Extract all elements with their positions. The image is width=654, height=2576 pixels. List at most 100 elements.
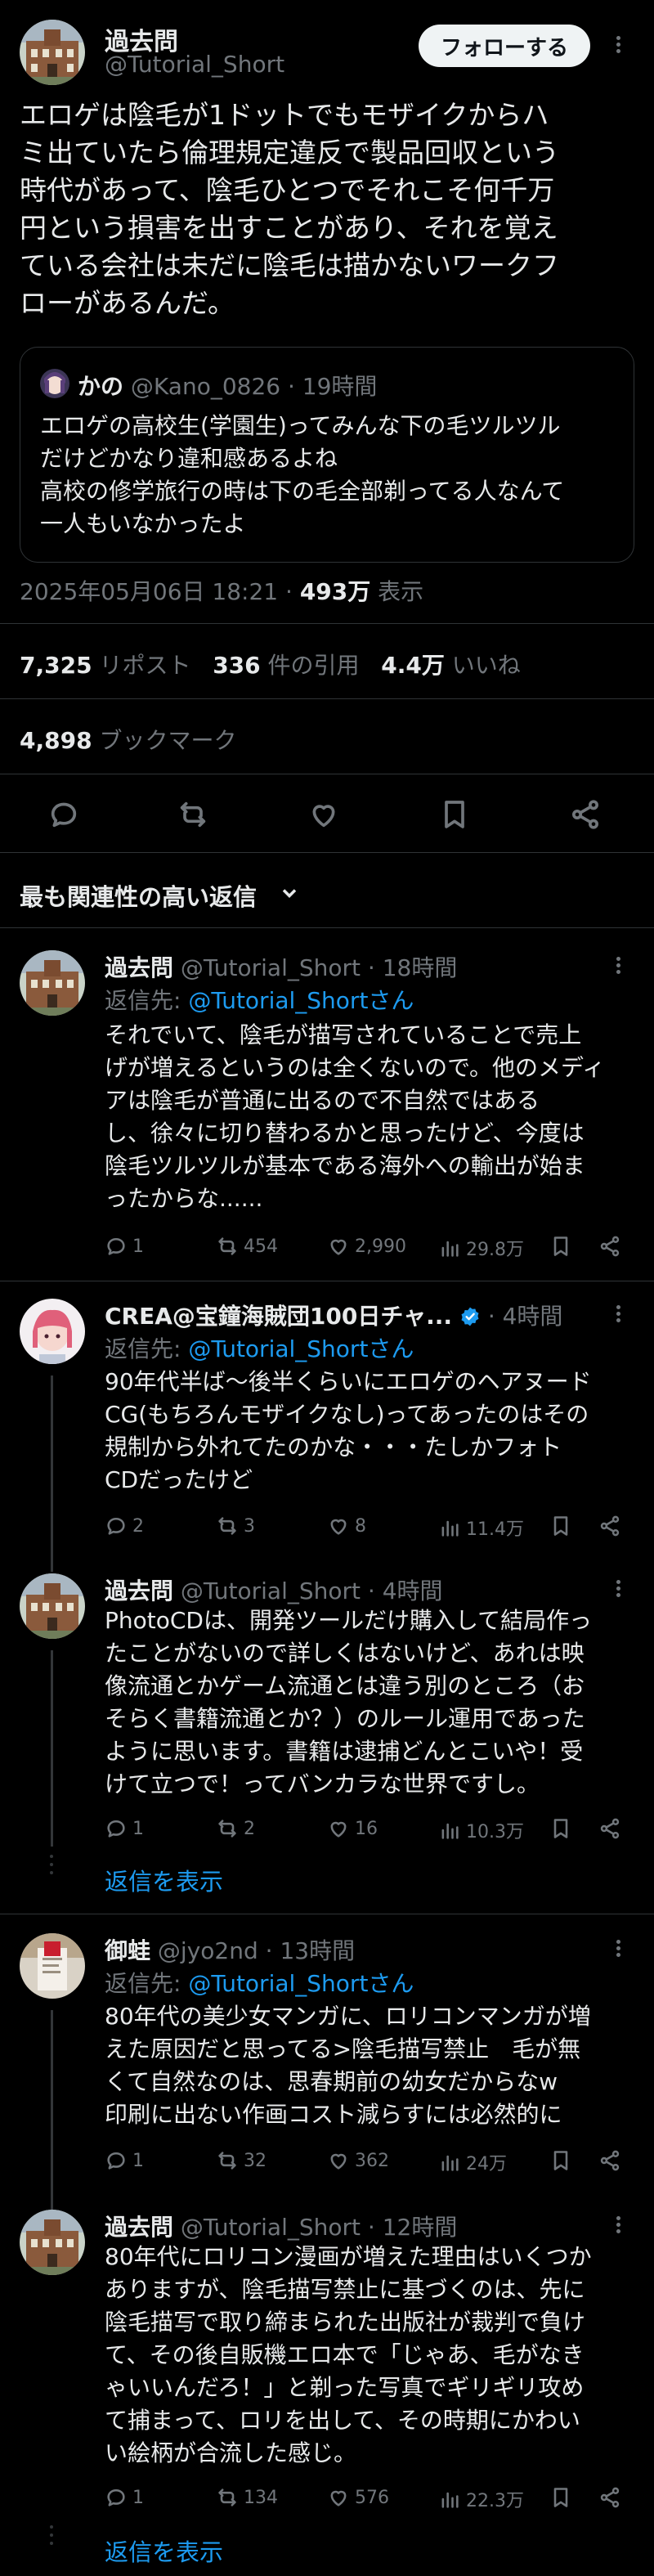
like-count[interactable]: 576 [327, 2486, 389, 2509]
reply-count[interactable]: 2 [105, 1515, 144, 1537]
views-count[interactable]: 22.3万 [438, 2486, 524, 2512]
author-avatar[interactable] [20, 20, 85, 85]
reply-text: 90年代半ば〜後半くらいにエロゲのヘアヌード CG(もちろんモザイクなし)ってあ… [105, 1368, 592, 1493]
reply-author-handle[interactable]: @Tutorial_Short [181, 1577, 361, 1604]
likes-stat[interactable]: 4.4万 いいね [381, 652, 521, 679]
reply-time: · 4時間 [361, 1577, 443, 1604]
repost-count[interactable]: 134 [216, 2486, 278, 2509]
like-count[interactable]: 8 [327, 1515, 366, 1537]
reply-count[interactable]: 1 [105, 1817, 144, 1840]
reply-author-handle[interactable]: @Tutorial_Short [181, 2214, 361, 2241]
views-count[interactable]: 11.4万 [438, 1515, 524, 1541]
show-replies-link[interactable]: 返信を表示 [105, 2533, 223, 2568]
verified-badge-icon [459, 1306, 481, 1327]
reply-author-name[interactable]: 過去問 [105, 1577, 173, 1604]
views-count[interactable]: 24万 [438, 2149, 507, 2175]
reply-avatar[interactable] [20, 1299, 85, 1364]
author-handle[interactable]: @Tutorial_Short [105, 51, 284, 78]
reply-text: 80年代にロリコン漫画が増えた理由はいくつか ありますが、陰毛描写禁止に基づくの… [105, 2243, 592, 2466]
reply-header: 過去問 @Tutorial_Short · 18時間 [105, 950, 457, 983]
views-count[interactable]: 29.8万 [438, 1235, 524, 1261]
repost-count[interactable]: 32 [216, 2149, 267, 2172]
bookmarks-count: 4,898 [20, 727, 92, 754]
repost-count[interactable]: 2 [216, 1817, 255, 1840]
views-icon [441, 2155, 459, 2171]
quoted-author: かの @Kano_0826 · 19時間 [78, 369, 377, 402]
repost-icon [218, 2152, 236, 2170]
like-count[interactable]: 16 [327, 1817, 378, 1840]
repost-count[interactable]: 3 [216, 1515, 255, 1537]
thread-dots [50, 2525, 54, 2545]
follow-button[interactable]: フォローする [419, 25, 590, 67]
more-options-icon[interactable] [613, 36, 623, 53]
bookmark-icon[interactable] [438, 798, 471, 831]
reply-count[interactable]: 1 [105, 2486, 144, 2509]
chevron-down-icon[interactable] [278, 882, 301, 904]
reply-avatar[interactable] [20, 1933, 85, 1999]
reply-sort-selector[interactable]: 最も関連性の高い返信 [20, 878, 257, 913]
reply-icon [107, 2152, 125, 2170]
share-icon[interactable] [598, 1817, 621, 1840]
reply-author-name[interactable]: CREA@宝鐘海賊団100日チャ... [105, 1303, 452, 1330]
share-icon[interactable] [598, 2486, 621, 2509]
more-options-icon[interactable] [613, 1940, 623, 1957]
bookmark-icon[interactable] [549, 2149, 572, 2172]
views-count[interactable]: 10.3万 [438, 1817, 524, 1843]
repost-icon [218, 1517, 236, 1535]
views-count: 493万 [299, 578, 371, 605]
reply-count[interactable]: 1 [105, 2149, 144, 2172]
divider [0, 927, 654, 928]
reply-to-prefix: 返信先: [105, 1970, 189, 1997]
reply-author-name[interactable]: 過去問 [105, 954, 173, 981]
reply-text: PhotoCDは、開発ツールだけ購入して結局作っ たことがないので詳しくはないけ… [105, 1607, 593, 1797]
reply-to-prefix: 返信先: [105, 1335, 189, 1362]
share-icon[interactable] [569, 798, 602, 831]
reply-avatar[interactable] [20, 950, 85, 1016]
more-options-icon[interactable] [613, 957, 623, 974]
repost-icon [218, 2488, 236, 2506]
repost-count[interactable]: 454 [216, 1235, 278, 1258]
more-options-icon[interactable] [613, 1305, 623, 1322]
views-icon [441, 2492, 459, 2508]
reply-to-line: 返信先: @Tutorial_Shortさん [105, 1966, 414, 1999]
share-icon[interactable] [598, 2149, 621, 2172]
share-icon[interactable] [598, 1515, 621, 1537]
reply-avatar[interactable] [20, 1573, 85, 1639]
views-icon [441, 1241, 459, 1257]
reply-header: CREA@宝鐘海賊団100日チャ... · 4時間 [105, 1299, 562, 1331]
reply-avatar[interactable] [20, 2210, 85, 2275]
quotes-stat[interactable]: 336 件の引用 [213, 652, 359, 679]
bookmark-icon[interactable] [549, 2486, 572, 2509]
share-icon[interactable] [598, 1235, 621, 1258]
show-replies-link[interactable]: 返信を表示 [105, 1863, 223, 1897]
reply-to-link[interactable]: @Tutorial_Shortさん [188, 987, 414, 1014]
reply-time: · 13時間 [258, 1937, 356, 1964]
bookmark-icon[interactable] [549, 1817, 572, 1840]
reply-author-name[interactable]: 過去問 [105, 2214, 173, 2241]
quoted-author-handle: @Kano_0826 [130, 373, 281, 400]
views-label: 表示 [370, 578, 424, 605]
reply-actions: 1 2 16 10.3万 [105, 1817, 628, 1847]
reply-to-link[interactable]: @Tutorial_Shortさん [188, 1335, 414, 1362]
reply-text: 80年代の美少女マンガに、ロリコンマンガが増 えた原因だと思ってる>陰毛描写禁止… [105, 2003, 591, 2128]
reply-header: 過去問 @Tutorial_Short · 12時間 [105, 2210, 457, 2242]
reply-author-handle[interactable]: @jyo2nd [158, 1937, 258, 1964]
bookmarks-stat[interactable]: 4,898 ブックマーク [20, 723, 236, 756]
like-icon[interactable] [307, 798, 340, 831]
reply-author-handle[interactable]: @Tutorial_Short [181, 954, 361, 981]
reply-author-name[interactable]: 御蛙 [105, 1937, 150, 1964]
like-count[interactable]: 2,990 [327, 1235, 406, 1258]
like-count[interactable]: 362 [327, 2149, 389, 2172]
reply-to-link[interactable]: @Tutorial_Shortさん [188, 1970, 414, 1997]
more-options-icon[interactable] [613, 1580, 623, 1597]
reply-icon[interactable] [47, 798, 80, 831]
reposts-stat[interactable]: 7,325 リポスト [20, 652, 190, 679]
reposts-count: 7,325 [20, 652, 92, 679]
repost-icon[interactable] [177, 798, 209, 831]
post-meta: 2025年05月06日 18:21 · 493万 表示 [20, 574, 423, 607]
bookmark-icon[interactable] [549, 1515, 572, 1537]
more-options-icon[interactable] [613, 2216, 623, 2233]
bookmark-icon[interactable] [549, 1235, 572, 1258]
quoted-post[interactable]: かの @Kano_0826 · 19時間 エロゲの高校生(学園生)ってみんな下の… [20, 347, 634, 563]
reply-count[interactable]: 1 [105, 1235, 144, 1258]
